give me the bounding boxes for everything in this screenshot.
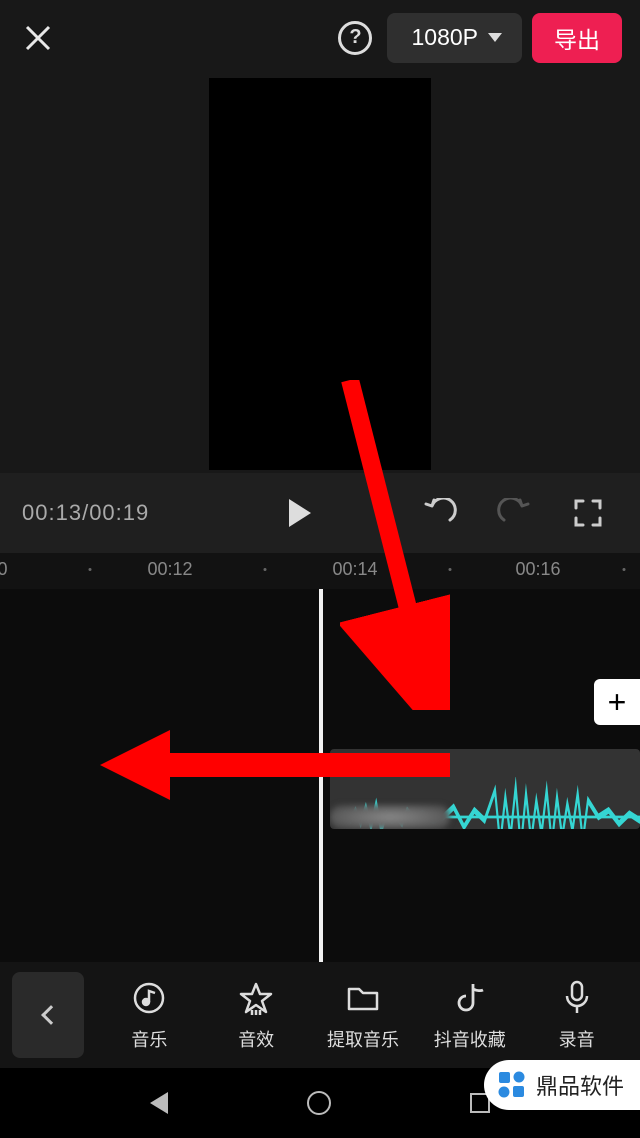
- system-back-button[interactable]: [150, 1092, 168, 1114]
- preview-area: [0, 75, 640, 473]
- playhead[interactable]: [319, 589, 323, 969]
- tool-sfx[interactable]: 音效: [203, 978, 310, 1052]
- export-label: 导出: [554, 21, 600, 55]
- close-icon: [24, 24, 52, 52]
- watermark: 鼎品软件: [484, 1060, 640, 1110]
- chevron-down-icon: [488, 33, 502, 42]
- tool-record[interactable]: 录音: [523, 978, 630, 1052]
- tool-extract[interactable]: 提取音乐: [310, 978, 417, 1052]
- ruler-mark: 00:12: [147, 559, 192, 580]
- watermark-logo-icon: [496, 1069, 528, 1101]
- timeline-tracks[interactable]: +: [0, 589, 640, 969]
- douyin-icon: [450, 978, 490, 1018]
- resolution-label: 1080P: [411, 24, 478, 51]
- video-canvas[interactable]: [209, 78, 431, 470]
- tool-music[interactable]: 音乐: [96, 978, 203, 1052]
- fullscreen-icon: [573, 498, 603, 528]
- mic-icon: [557, 978, 597, 1018]
- help-button[interactable]: ?: [333, 16, 377, 60]
- timeline-ruler[interactable]: 0:10 00:12 00:14 00:16: [0, 553, 640, 589]
- redo-icon: [496, 498, 532, 528]
- redo-button[interactable]: [484, 488, 544, 538]
- fullscreen-button[interactable]: [558, 488, 618, 538]
- ruler-mark: 0:10: [0, 559, 8, 580]
- help-icon: ?: [338, 21, 372, 55]
- bottom-toolbar: 音乐 音效 提取音乐 抖音收藏: [0, 962, 640, 1068]
- play-icon: [289, 499, 311, 527]
- ruler-mark: 00:16: [515, 559, 560, 580]
- chevron-left-icon: [41, 1005, 61, 1025]
- close-button[interactable]: [18, 18, 58, 58]
- tool-label: 录音: [559, 1026, 595, 1052]
- star-icon: [236, 978, 276, 1018]
- system-home-button[interactable]: [307, 1091, 331, 1115]
- resolution-dropdown[interactable]: 1080P: [387, 13, 522, 63]
- ruler-mark: 00:14: [332, 559, 377, 580]
- undo-button[interactable]: [410, 488, 470, 538]
- undo-icon: [422, 498, 458, 528]
- toolbar-back-button[interactable]: [12, 972, 84, 1058]
- music-icon: [129, 978, 169, 1018]
- play-button[interactable]: [272, 488, 322, 538]
- tool-label: 音效: [238, 1026, 274, 1052]
- tool-label: 音乐: [131, 1026, 167, 1052]
- folder-icon: [343, 978, 383, 1018]
- tool-label: 抖音收藏: [434, 1026, 506, 1052]
- top-toolbar: ? 1080P 导出: [0, 0, 640, 75]
- tool-label: 提取音乐: [327, 1026, 399, 1052]
- watermark-text: 鼎品软件: [536, 1069, 624, 1101]
- audio-clip[interactable]: [330, 749, 640, 829]
- export-button[interactable]: 导出: [532, 13, 622, 63]
- plus-icon: +: [608, 684, 627, 721]
- add-clip-button[interactable]: +: [594, 679, 640, 725]
- time-display: 00:13/00:19: [22, 500, 149, 526]
- playback-bar: 00:13/00:19: [0, 473, 640, 553]
- tool-douyin[interactable]: 抖音收藏: [416, 978, 523, 1052]
